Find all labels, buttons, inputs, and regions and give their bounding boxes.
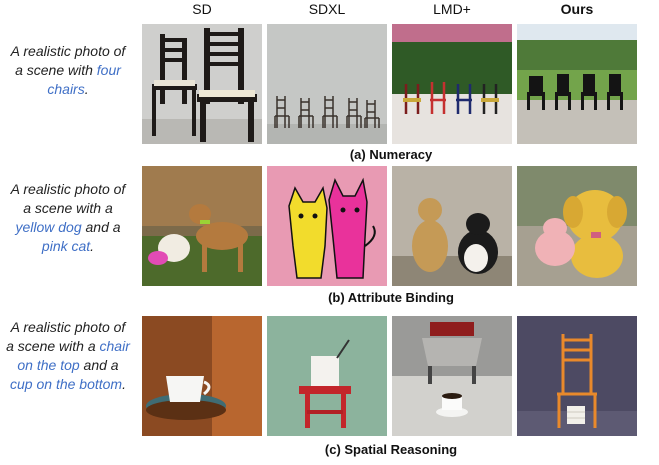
caption-attribute-binding: (b) Attribute Binding	[328, 290, 454, 305]
image-sd-numeracy	[142, 24, 262, 144]
yellow-and-pink-cartoon-cats	[267, 166, 387, 286]
image-sdxl-spatial-reasoning	[267, 316, 387, 436]
image-ours-numeracy	[517, 24, 637, 144]
prompt-highlight: pink cat	[41, 238, 91, 254]
prompt-spatial-reasoning: A realistic photo of a scene with a chai…	[6, 318, 130, 394]
prompt-text: and a	[79, 357, 119, 373]
empty-room-chairs-photo	[267, 24, 387, 144]
prompt-text: .	[122, 376, 126, 392]
image-sd-attribute-binding	[142, 166, 262, 286]
column-header-sdxl: SDXL	[308, 1, 346, 17]
caption-spatial-reasoning: (c) Spatial Reasoning	[324, 442, 458, 457]
prompt-numeracy: A realistic photo of a scene with four c…	[6, 42, 130, 99]
yellow-dog-pink-cat-photo	[517, 166, 637, 286]
image-sd-spatial-reasoning	[142, 316, 262, 436]
image-lmd-plus-attribute-binding	[392, 166, 512, 286]
image-ours-attribute-binding	[517, 166, 637, 286]
image-sdxl-numeracy	[267, 24, 387, 144]
prompt-highlight: cup on the bottom	[10, 376, 123, 392]
image-ours-spatial-reasoning	[517, 316, 637, 436]
column-header-ours: Ours	[560, 1, 594, 17]
prompt-text: A realistic photo of a scene with a	[10, 181, 126, 216]
cup-below-chair-photo	[392, 316, 512, 436]
image-sdxl-attribute-binding	[267, 166, 387, 286]
column-header-sd: SD	[192, 1, 212, 17]
cup-on-red-stool-photo	[267, 316, 387, 436]
prompt-text: and a	[81, 219, 121, 235]
colored-chairs-hedge-photo	[392, 24, 512, 144]
caption-numeracy: (a) Numeracy	[349, 147, 433, 162]
image-lmd-plus-spatial-reasoning	[392, 316, 512, 436]
prompt-highlight: yellow dog	[15, 219, 82, 235]
four-chairs-lawn-photo	[517, 24, 637, 144]
cup-under-orange-chair-photo	[517, 316, 637, 436]
prompt-text: .	[84, 81, 89, 97]
cup-on-wooden-chair-photo	[142, 316, 262, 436]
prompt-attribute-binding: A realistic photo of a scene with a yell…	[6, 180, 130, 256]
prompt-text: .	[90, 238, 95, 254]
dog-and-cat-sitting-photo	[392, 166, 512, 286]
black-chairs-closeup-photo	[142, 24, 262, 144]
dog-and-small-dog-photo	[142, 166, 262, 286]
column-header-lmd-plus: LMD+	[433, 1, 471, 17]
image-lmd-plus-numeracy	[392, 24, 512, 144]
